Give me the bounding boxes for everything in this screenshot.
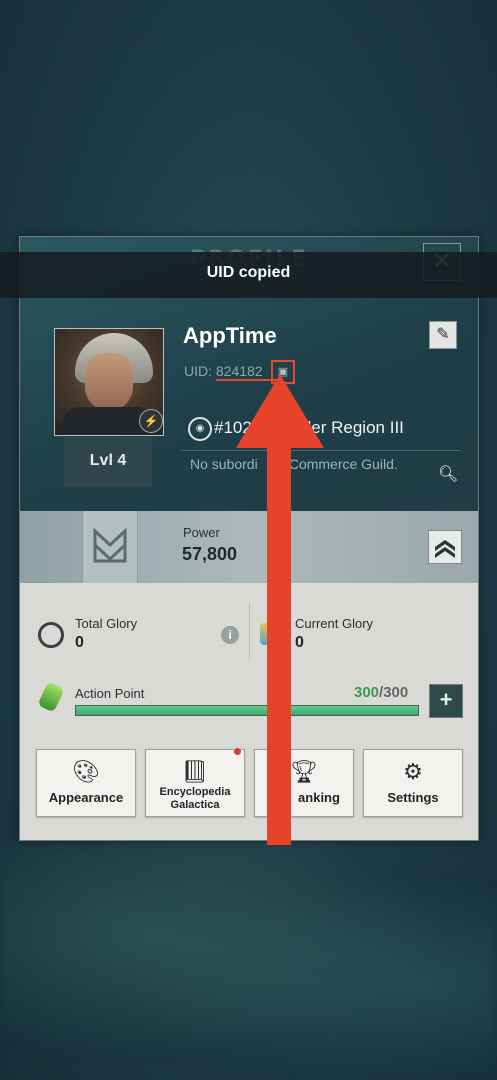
avatar-face xyxy=(85,353,133,411)
encyclopedia-label-line1: Encyclopedia xyxy=(159,786,231,798)
action-point-fill xyxy=(76,706,418,715)
current-glory-value: 0 xyxy=(295,634,304,651)
pencil-icon: ✎ xyxy=(436,326,450,343)
guild-text: No subordi e Commerce Guild. xyxy=(190,456,398,472)
action-point-max: /300 xyxy=(379,684,409,701)
encyclopedia-label-line2: Galactica xyxy=(170,799,220,811)
chevron-rank-icon xyxy=(93,527,127,563)
total-glory-icon xyxy=(38,622,64,648)
add-action-point-button[interactable]: + xyxy=(429,684,463,718)
power-detail-button[interactable] xyxy=(428,530,462,564)
level-badge: Lvl 4 xyxy=(64,437,152,487)
action-point-bar xyxy=(75,705,419,716)
power-value: 57,800 xyxy=(182,544,238,564)
double-chevron-up-icon xyxy=(435,540,455,558)
divider xyxy=(181,450,461,451)
search-icon[interactable]: 🔍︎ xyxy=(438,464,458,484)
edit-name-button[interactable]: ✎ xyxy=(429,321,457,349)
action-point-label: Action Point xyxy=(75,686,145,701)
action-point-value: 300/300 xyxy=(354,684,408,701)
settings-button[interactable]: ⚙ Settings xyxy=(363,749,463,817)
trophy-icon: 🏆︎ xyxy=(290,759,318,784)
background-blur xyxy=(0,840,497,1080)
total-glory-value: 0 xyxy=(75,634,84,651)
encyclopedia-button[interactable]: 📕︎ Encyclopedia Galactica xyxy=(145,749,245,817)
power-label: Power xyxy=(183,525,220,540)
palette-icon: 🎨︎ xyxy=(72,759,100,784)
avatar-badge-icon[interactable]: ⚡ xyxy=(139,409,163,433)
gear-icon: ⚙ xyxy=(403,759,423,784)
action-point-icon xyxy=(37,681,65,713)
annotation-arrow-shaft xyxy=(267,400,291,845)
current-glory-label: Current Glory xyxy=(295,616,374,631)
appearance-label: Appearance xyxy=(48,790,124,805)
notification-dot xyxy=(234,748,241,755)
book-icon: 📕︎ xyxy=(181,759,209,784)
appearance-button[interactable]: 🎨︎ Appearance xyxy=(36,749,136,817)
player-name: AppTime xyxy=(183,323,277,348)
total-glory-label: Total Glory xyxy=(75,616,138,631)
action-point-current: 300 xyxy=(354,684,380,701)
settings-label: Settings xyxy=(387,790,439,805)
rank-emblem xyxy=(82,511,138,583)
profile-panel: PROFILE × ⚡ Lvl 4 AppTime ✎ UID: 824182 … xyxy=(19,236,479,841)
region-icon: ◉ xyxy=(188,417,212,441)
plus-icon: + xyxy=(439,687,453,712)
vertical-divider xyxy=(249,603,250,659)
info-icon[interactable]: i xyxy=(221,626,239,644)
encyclopedia-label: Encyclopedia Galactica xyxy=(146,786,244,812)
uid-copied-toast: UID copied xyxy=(0,252,497,298)
